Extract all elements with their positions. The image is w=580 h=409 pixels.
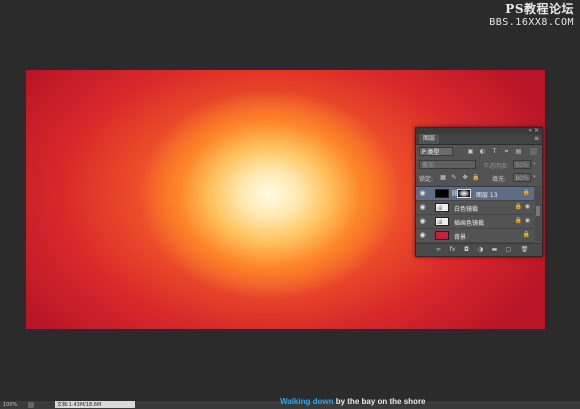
scrollbar-thumb[interactable]	[536, 206, 540, 216]
close-icon[interactable]: ×	[534, 127, 539, 134]
layers-panel: » × 图层 ≡ P 类型 ▣ ◐ T ⌗ ▤ 叠加 不透明度: 80% ▾ 锁…	[415, 127, 543, 257]
watermark-title: PS教程论坛	[505, 2, 574, 16]
layer-mask-thumbnail[interactable]	[457, 189, 471, 198]
layer-row-illustration[interactable]: ◉ 插画色镜裁 🔒 ◉	[416, 215, 534, 229]
layer-name: 白色镜裁	[454, 206, 479, 213]
adjustment-thumbnail	[435, 217, 449, 226]
layer-row-background[interactable]: ◉ 背景 🔒	[416, 229, 534, 243]
eye-icon[interactable]: ◉	[419, 190, 426, 197]
shape-filter-icon[interactable]: ⌗	[503, 148, 510, 155]
layer-thumbnail	[435, 231, 449, 240]
double-chevron-icon[interactable]: »	[528, 127, 532, 134]
fill-label: 填充:	[492, 176, 507, 183]
add-mask-icon[interactable]: ◘	[462, 246, 471, 254]
lyric-highlight: Walking down	[280, 397, 334, 406]
lock-position-icon[interactable]: ✥	[461, 173, 469, 182]
eye-icon[interactable]: ◉	[419, 218, 426, 225]
visibility-link-icon: ◉	[524, 217, 530, 224]
smart-object-filter-icon[interactable]: ▤	[515, 148, 522, 155]
chevron-right-icon[interactable]: ▶	[127, 401, 131, 409]
panel-tabs: 图层 ≡	[416, 134, 542, 145]
lyric-rest: by the bay on the shore	[333, 397, 426, 406]
opacity-label: 不透明度:	[483, 163, 510, 170]
lock-label: 锁定:	[419, 176, 434, 183]
layers-list: ◉ ⛓ 图层 13 🔒 ◉ 白色镜裁 🔒 ◉ ◉ 插画色镜裁 🔒 ◉ ◉ 背景 …	[416, 186, 542, 243]
layer-name: 插画色镜裁	[454, 220, 485, 227]
layer-thumbnail	[435, 189, 449, 198]
adjustment-thumbnail	[435, 203, 449, 212]
layers-scrollbar[interactable]	[535, 186, 541, 241]
delete-icon[interactable]: 🗑	[520, 246, 529, 254]
opacity-input[interactable]: 80%	[513, 160, 531, 169]
eye-icon[interactable]: ◉	[419, 204, 426, 211]
lock-transparent-icon[interactable]: ▦	[439, 173, 447, 182]
lyric-caption: Walking down by the bay on the shore	[280, 397, 426, 406]
new-group-icon[interactable]: ▬	[490, 246, 499, 254]
lock-row: 锁定: ▦ ✎ ✥ 🔒 填充: 80% ▾	[419, 173, 539, 183]
watermark: PS教程论坛 BBS.16XX8.COM	[489, 3, 574, 29]
panel-footer: ∞ fx ◘ ◑ ▬ ▢ 🗑	[416, 243, 542, 256]
eye-icon[interactable]: ◉	[419, 232, 426, 239]
tab-layers[interactable]: 图层	[419, 134, 440, 144]
lock-icon: 🔒	[514, 203, 522, 210]
filter-kind-select[interactable]: P 类型	[419, 147, 453, 156]
new-adjustment-icon[interactable]: ◑	[476, 246, 485, 254]
adjustment-filter-icon[interactable]: ◐	[479, 148, 486, 155]
blend-row: 叠加 不透明度: 80% ▾	[419, 160, 539, 170]
blend-mode-select[interactable]: 叠加	[419, 160, 476, 169]
link-layers-icon[interactable]: ∞	[434, 246, 443, 254]
visibility-link-icon: ◉	[524, 203, 530, 210]
document-size: 文档:1.43M/18.6M	[55, 401, 135, 408]
filter-toggle-icon[interactable]	[530, 148, 537, 155]
layer-row-layer-13[interactable]: ◉ ⛓ 图层 13 🔒	[416, 187, 534, 201]
status-icon	[28, 402, 34, 408]
image-filter-icon[interactable]: ▣	[467, 148, 474, 155]
lock-all-icon[interactable]: 🔒	[472, 173, 480, 182]
chevron-down-icon[interactable]: ▾	[533, 174, 536, 180]
lock-icon: 🔒	[514, 217, 522, 224]
lock-icon: 🔒	[522, 231, 530, 238]
zoom-level[interactable]: 100%	[3, 401, 17, 409]
new-layer-icon[interactable]: ▢	[504, 246, 513, 254]
layer-name: 图层 13	[476, 192, 498, 199]
layer-row-white[interactable]: ◉ 白色镜裁 🔒 ◉	[416, 201, 534, 215]
lock-image-icon[interactable]: ✎	[450, 173, 458, 182]
layer-name: 背景	[454, 234, 467, 241]
lock-icon: 🔒	[522, 189, 530, 196]
type-filter-icon[interactable]: T	[491, 148, 498, 155]
fill-input[interactable]: 80%	[513, 173, 531, 182]
layer-filter-row: P 类型 ▣ ◐ T ⌗ ▤	[419, 147, 539, 157]
panel-menu-icon[interactable]: ≡	[534, 135, 539, 142]
fx-icon[interactable]: fx	[448, 246, 457, 254]
watermark-url: BBS.16XX8.COM	[489, 17, 574, 28]
chevron-down-icon[interactable]: ▾	[533, 161, 536, 167]
